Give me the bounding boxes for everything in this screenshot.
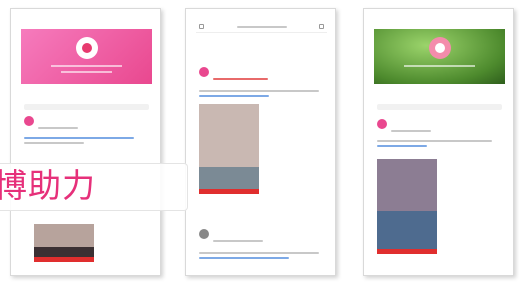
profile-tabs xyxy=(21,89,152,101)
phone-mockup-left xyxy=(10,8,161,276)
brand-logo-icon xyxy=(428,37,451,59)
cover-text-line xyxy=(61,71,112,73)
avatar xyxy=(377,119,387,129)
post-text-line xyxy=(24,142,84,144)
post-card[interactable] xyxy=(199,67,324,97)
post-image[interactable] xyxy=(199,104,259,194)
profile-tabs xyxy=(374,89,505,101)
menu-icon[interactable] xyxy=(319,24,324,29)
nav-bar xyxy=(196,21,327,33)
post-text-line xyxy=(24,137,134,139)
cover-text-line xyxy=(404,65,475,67)
phone-screen-right xyxy=(374,19,505,269)
post-text-line xyxy=(199,90,319,92)
brand-logo-icon xyxy=(75,37,98,59)
post-image[interactable] xyxy=(377,159,437,254)
back-icon[interactable] xyxy=(199,24,204,29)
post-author-line xyxy=(213,78,268,80)
post-author-line xyxy=(38,127,78,129)
post-image[interactable] xyxy=(34,224,94,262)
post-author-line xyxy=(213,240,263,242)
search-bar[interactable] xyxy=(24,104,149,110)
search-bar[interactable] xyxy=(377,104,502,110)
profile-tabs xyxy=(196,45,327,57)
post-author-line xyxy=(391,130,431,132)
cover-text-line xyxy=(51,65,122,67)
post-text-line xyxy=(377,140,492,142)
phone-screen-left xyxy=(21,19,152,269)
post-text-line xyxy=(199,95,269,97)
overlay-title: 博助力 xyxy=(0,166,96,205)
post-card[interactable] xyxy=(24,116,149,144)
nav-title xyxy=(236,25,287,28)
post-card[interactable] xyxy=(199,229,324,259)
post-text-line xyxy=(377,145,427,147)
profile-cover-green xyxy=(374,29,505,84)
avatar xyxy=(199,67,209,77)
avatar xyxy=(199,229,209,239)
phone-mockup-right xyxy=(363,8,514,276)
post-text-line xyxy=(199,252,319,254)
phone-screen-middle xyxy=(196,19,327,269)
phone-mockup-middle xyxy=(185,8,336,276)
post-text-line xyxy=(199,257,289,259)
avatar xyxy=(24,116,34,126)
post-card[interactable] xyxy=(377,119,502,147)
profile-cover-pink xyxy=(21,29,152,84)
